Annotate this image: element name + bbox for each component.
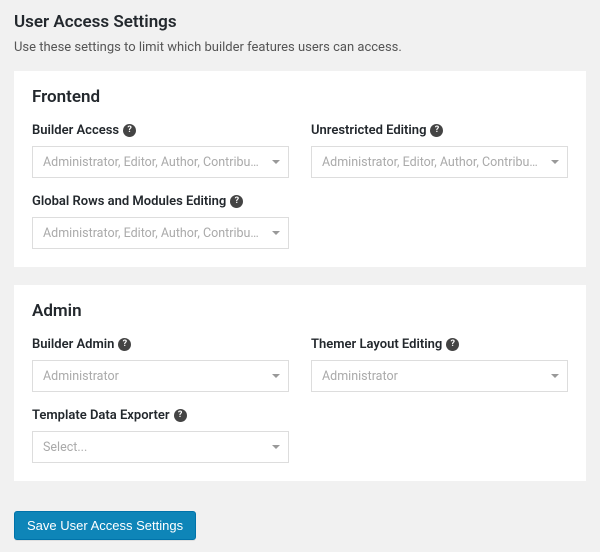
chevron-down-icon <box>272 160 280 164</box>
help-icon[interactable]: ? <box>446 338 459 351</box>
template-exporter-value: Select... <box>43 440 87 455</box>
admin-panel: Admin Builder Admin ? Administrator Them… <box>14 285 586 481</box>
frontend-panel-title: Frontend <box>32 87 568 107</box>
builder-access-label: Builder Access ? <box>32 123 289 138</box>
unrestricted-editing-select[interactable]: Administrator, Editor, Author, Contribut… <box>311 146 568 178</box>
global-rows-label-text: Global Rows and Modules Editing <box>32 194 226 209</box>
themer-layout-value: Administrator <box>322 369 398 384</box>
builder-access-value: Administrator, Editor, Author, Contribut… <box>43 155 262 170</box>
global-rows-select[interactable]: Administrator, Editor, Author, Contribut… <box>32 217 289 249</box>
global-rows-label: Global Rows and Modules Editing ? <box>32 194 289 209</box>
template-exporter-select[interactable]: Select... <box>32 431 289 463</box>
builder-access-select[interactable]: Administrator, Editor, Author, Contribut… <box>32 146 289 178</box>
unrestricted-editing-label: Unrestricted Editing ? <box>311 123 568 138</box>
save-button[interactable]: Save User Access Settings <box>14 511 196 540</box>
help-icon[interactable]: ? <box>430 124 443 137</box>
themer-layout-select[interactable]: Administrator <box>311 360 568 392</box>
chevron-down-icon <box>272 374 280 378</box>
help-icon[interactable]: ? <box>118 338 131 351</box>
builder-access-label-text: Builder Access <box>32 123 119 138</box>
builder-admin-value: Administrator <box>43 369 119 384</box>
global-rows-value: Administrator, Editor, Author, Contribut… <box>43 226 262 241</box>
help-icon[interactable]: ? <box>230 195 243 208</box>
builder-admin-select[interactable]: Administrator <box>32 360 289 392</box>
themer-layout-label-text: Themer Layout Editing <box>311 337 442 352</box>
page-title: User Access Settings <box>14 12 586 32</box>
unrestricted-editing-label-text: Unrestricted Editing <box>311 123 426 138</box>
help-icon[interactable]: ? <box>174 409 187 422</box>
page-description: Use these settings to limit which builde… <box>14 40 586 55</box>
chevron-down-icon <box>551 374 559 378</box>
chevron-down-icon <box>551 160 559 164</box>
builder-admin-label-text: Builder Admin <box>32 337 114 352</box>
chevron-down-icon <box>272 445 280 449</box>
help-icon[interactable]: ? <box>123 124 136 137</box>
unrestricted-editing-value: Administrator, Editor, Author, Contribut… <box>322 155 541 170</box>
builder-admin-label: Builder Admin ? <box>32 337 289 352</box>
chevron-down-icon <box>272 231 280 235</box>
admin-panel-title: Admin <box>32 301 568 321</box>
template-exporter-label-text: Template Data Exporter <box>32 408 170 423</box>
template-exporter-label: Template Data Exporter ? <box>32 408 289 423</box>
themer-layout-label: Themer Layout Editing ? <box>311 337 568 352</box>
frontend-panel: Frontend Builder Access ? Administrator,… <box>14 71 586 267</box>
